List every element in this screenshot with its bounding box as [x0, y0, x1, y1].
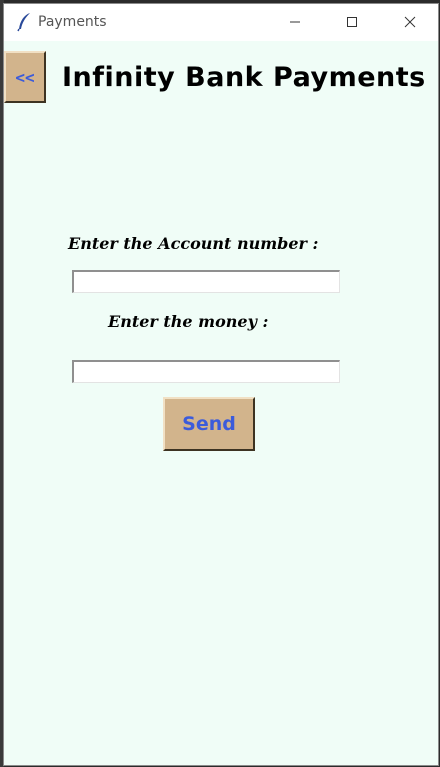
close-icon	[404, 13, 416, 32]
minimize-button[interactable]	[272, 4, 318, 41]
back-button[interactable]: <<	[4, 51, 46, 103]
page-title: Infinity Bank Payments	[62, 62, 426, 93]
account-number-label: Enter the Account number :	[68, 234, 319, 253]
maximize-button[interactable]	[329, 4, 375, 41]
minimize-icon	[289, 13, 301, 32]
account-number-input[interactable]	[72, 270, 340, 293]
feather-icon	[16, 12, 34, 32]
send-button[interactable]: Send	[163, 397, 255, 451]
money-label: Enter the money :	[108, 312, 269, 331]
money-input[interactable]	[72, 360, 340, 383]
maximize-icon	[346, 13, 358, 32]
payments-window: Payments << Infinity Bank Payments Enter…	[3, 3, 439, 766]
window-titlebar[interactable]: Payments	[4, 4, 438, 41]
close-button[interactable]	[387, 4, 433, 41]
window-title: Payments	[38, 14, 107, 30]
